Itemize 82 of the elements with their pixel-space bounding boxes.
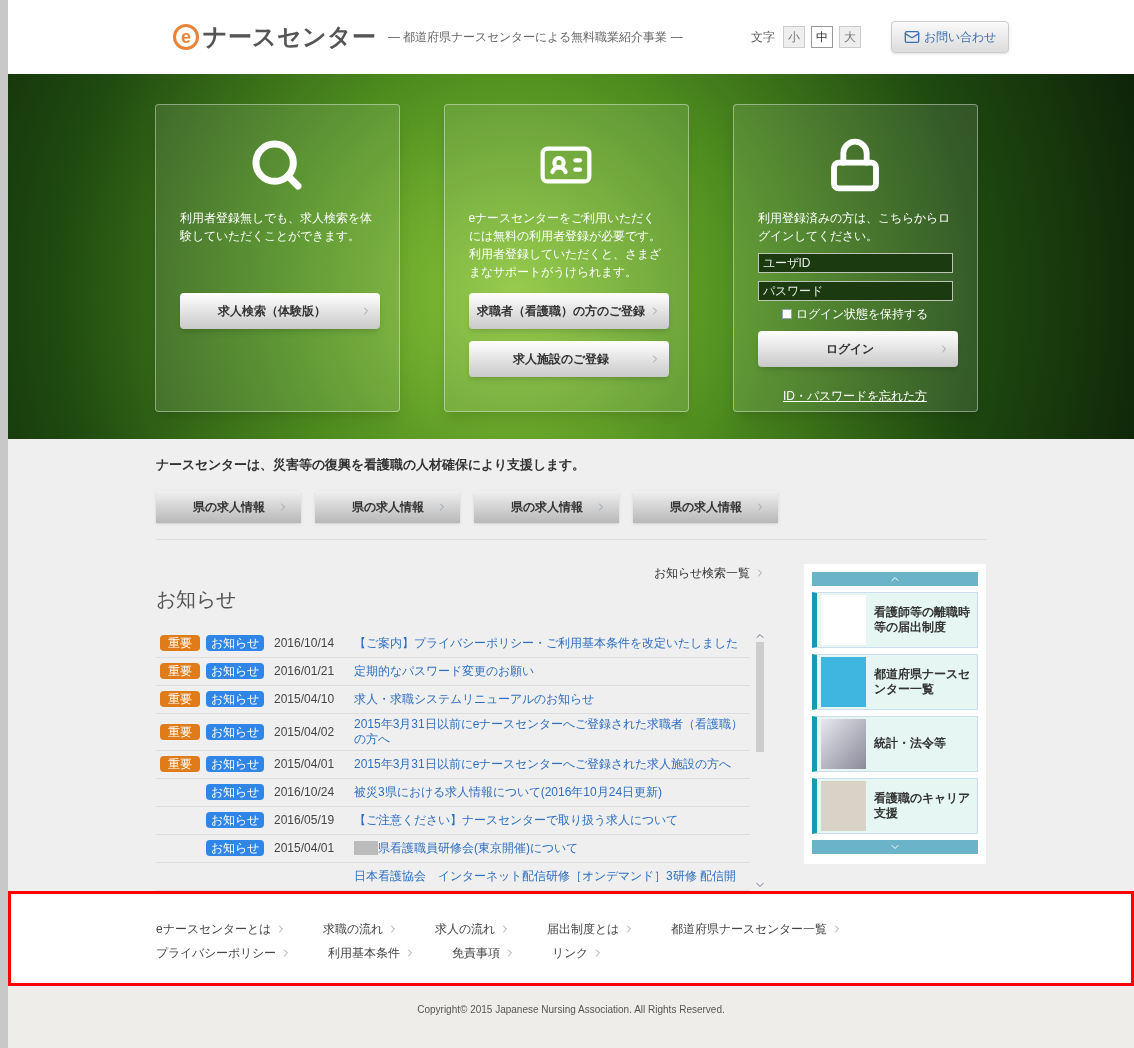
- scroll-down-button[interactable]: [812, 839, 978, 854]
- mail-icon: [904, 29, 920, 46]
- logo-text: ナースセンター: [203, 22, 376, 53]
- side-banner[interactable]: 看護師等の離職時等の届出制度: [812, 591, 978, 648]
- news-date: 2015/04/10: [274, 691, 336, 709]
- news-date: 2016/01/21: [274, 663, 336, 681]
- prefecture-jobs-button[interactable]: 県の求人情報: [474, 490, 619, 523]
- headline: ナースセンターは、災害等の復興を看護職の人材確保により支援します。: [156, 456, 586, 475]
- news-link[interactable]: 【ご案内】プライバシーポリシー・ご利用基本条件を改定いたしました: [354, 635, 738, 651]
- news-title: お知らせ: [156, 586, 236, 612]
- news-link[interactable]: 定期的なパスワード変更のお願い: [354, 663, 534, 679]
- logo-placeholder: [821, 594, 867, 645]
- news-date: 2015/04/01: [274, 756, 336, 774]
- footer-link[interactable]: 届出制度とは: [546, 919, 635, 938]
- news-link[interactable]: 被災3県における求人情報について(2016年10月24日更新): [354, 784, 663, 800]
- scroll-up-button[interactable]: [812, 571, 978, 586]
- notice-tag: お知らせ: [206, 635, 264, 652]
- notice-tag: お知らせ: [206, 723, 264, 740]
- side-banner[interactable]: 統計・法令等: [812, 715, 978, 772]
- remember-label: ログイン状態を保持する: [796, 306, 928, 324]
- notice-tag: お知らせ: [206, 756, 264, 773]
- forgot-password-link[interactable]: ID・パスワードを忘れた方: [783, 387, 927, 406]
- news-date: 2016/10/14: [274, 635, 336, 653]
- footer-link[interactable]: リンク: [552, 943, 604, 962]
- card-description: 利用者登録無しでも、求人検索を体験していただくことができます。: [179, 210, 373, 246]
- footer-link[interactable]: 免責事項: [452, 943, 516, 962]
- font-size-label: 文字: [751, 29, 775, 47]
- register-button[interactable]: 求人施設のご登録: [468, 341, 669, 378]
- books-photo-placeholder: [821, 718, 867, 769]
- logo-mark: e: [173, 24, 199, 51]
- prefecture-jobs-button[interactable]: 県の求人情報: [156, 490, 301, 523]
- register-button[interactable]: 求職者（看護職）の方のご登録: [468, 293, 669, 330]
- news-link[interactable]: 県看護職員研修会(東京開催)について: [378, 840, 578, 856]
- important-tag: 重要: [160, 663, 200, 680]
- news-link[interactable]: 日本看護協会 インターネット配信研修［オンデマンド］3研修 配信開: [354, 868, 736, 884]
- login-button[interactable]: ログイン: [757, 331, 958, 368]
- tagline: ― 都道府県ナースセンターによる無料職業紹介事業 ―: [388, 29, 683, 47]
- footer-link[interactable]: 都道府県ナースセンター一覧: [670, 919, 843, 938]
- notice-tag: お知らせ: [206, 840, 264, 857]
- important-tag: 重要: [160, 635, 200, 652]
- notice-tag: お知らせ: [206, 691, 264, 708]
- notice-tag: お知らせ: [206, 812, 264, 829]
- news-date: 2015/04/02: [274, 723, 336, 741]
- contact-button[interactable]: お問い合わせ: [891, 21, 1009, 54]
- footer-link[interactable]: プライバシーポリシー: [156, 943, 292, 962]
- news-link[interactable]: 求人・求職システムリニューアルのお知らせ: [354, 691, 594, 707]
- photo-placeholder: [821, 780, 867, 831]
- banner-label: 看護師等の離職時等の届出制度: [874, 604, 972, 635]
- news-list-link[interactable]: お知らせ検索一覧: [654, 563, 766, 582]
- news-date: 2016/05/19: [274, 812, 336, 830]
- card-description: eナースセンターをご利用いただくには無料の利用者登録が必要です。利用者登録していただくと、さまざまなサポートがうけられます。: [468, 210, 662, 282]
- card-description: 利用登録済みの方は、こちらからログインしてください。: [757, 210, 951, 246]
- remember-checkbox[interactable]: [782, 309, 792, 320]
- important-tag: 重要: [160, 723, 200, 740]
- news-date: 2016/10/24: [274, 784, 336, 802]
- notice-tag: お知らせ: [206, 784, 264, 801]
- footer-link[interactable]: 求人の流れ: [434, 919, 511, 938]
- japan-map-image: [821, 656, 867, 707]
- font-size-button[interactable]: 小: [783, 26, 805, 49]
- prefecture-jobs-button[interactable]: 県の求人情報: [633, 490, 778, 523]
- news-date: 2015/04/01: [274, 840, 336, 858]
- news-link[interactable]: 2015年3月31日以前にeナースセンターへご登録された求職者（看護職）の方へ: [354, 716, 750, 747]
- banner-label: 看護職のキャリア支援: [874, 790, 972, 821]
- important-tag: 重要: [160, 691, 200, 708]
- banner-label: 都道府県ナースセンター一覧: [874, 666, 972, 697]
- footer-link[interactable]: eナースセンターとは: [156, 919, 287, 938]
- footer-link[interactable]: 利用基本条件: [328, 943, 416, 962]
- news-link[interactable]: 2015年3月31日以前にeナースセンターへご登録された求人施設の方へ: [354, 756, 732, 772]
- news-link[interactable]: 【ご注意ください】ナースセンターで取り扱う求人について: [354, 812, 678, 828]
- footer-link[interactable]: 求職の流れ: [322, 919, 399, 938]
- side-banner[interactable]: 看護職のキャリア支援: [812, 777, 978, 834]
- side-banner[interactable]: 都道府県ナースセンター一覧: [812, 653, 978, 710]
- important-tag: 重要: [160, 756, 200, 773]
- banner-label: 統計・法令等: [874, 736, 948, 752]
- copyright: Copyright© 2015 Japanese Nursing Association. All Rights Reserved.: [417, 1003, 725, 1018]
- notice-tag: お知らせ: [206, 663, 264, 680]
- font-size-button[interactable]: 中: [811, 26, 833, 49]
- font-size-button[interactable]: 大: [839, 26, 861, 49]
- register-button[interactable]: 求人検索（体験版）: [179, 293, 380, 330]
- user-id-field[interactable]: ユーザID: [757, 253, 953, 274]
- password-field[interactable]: パスワード: [757, 281, 953, 302]
- prefecture-jobs-button[interactable]: 県の求人情報: [315, 490, 460, 523]
